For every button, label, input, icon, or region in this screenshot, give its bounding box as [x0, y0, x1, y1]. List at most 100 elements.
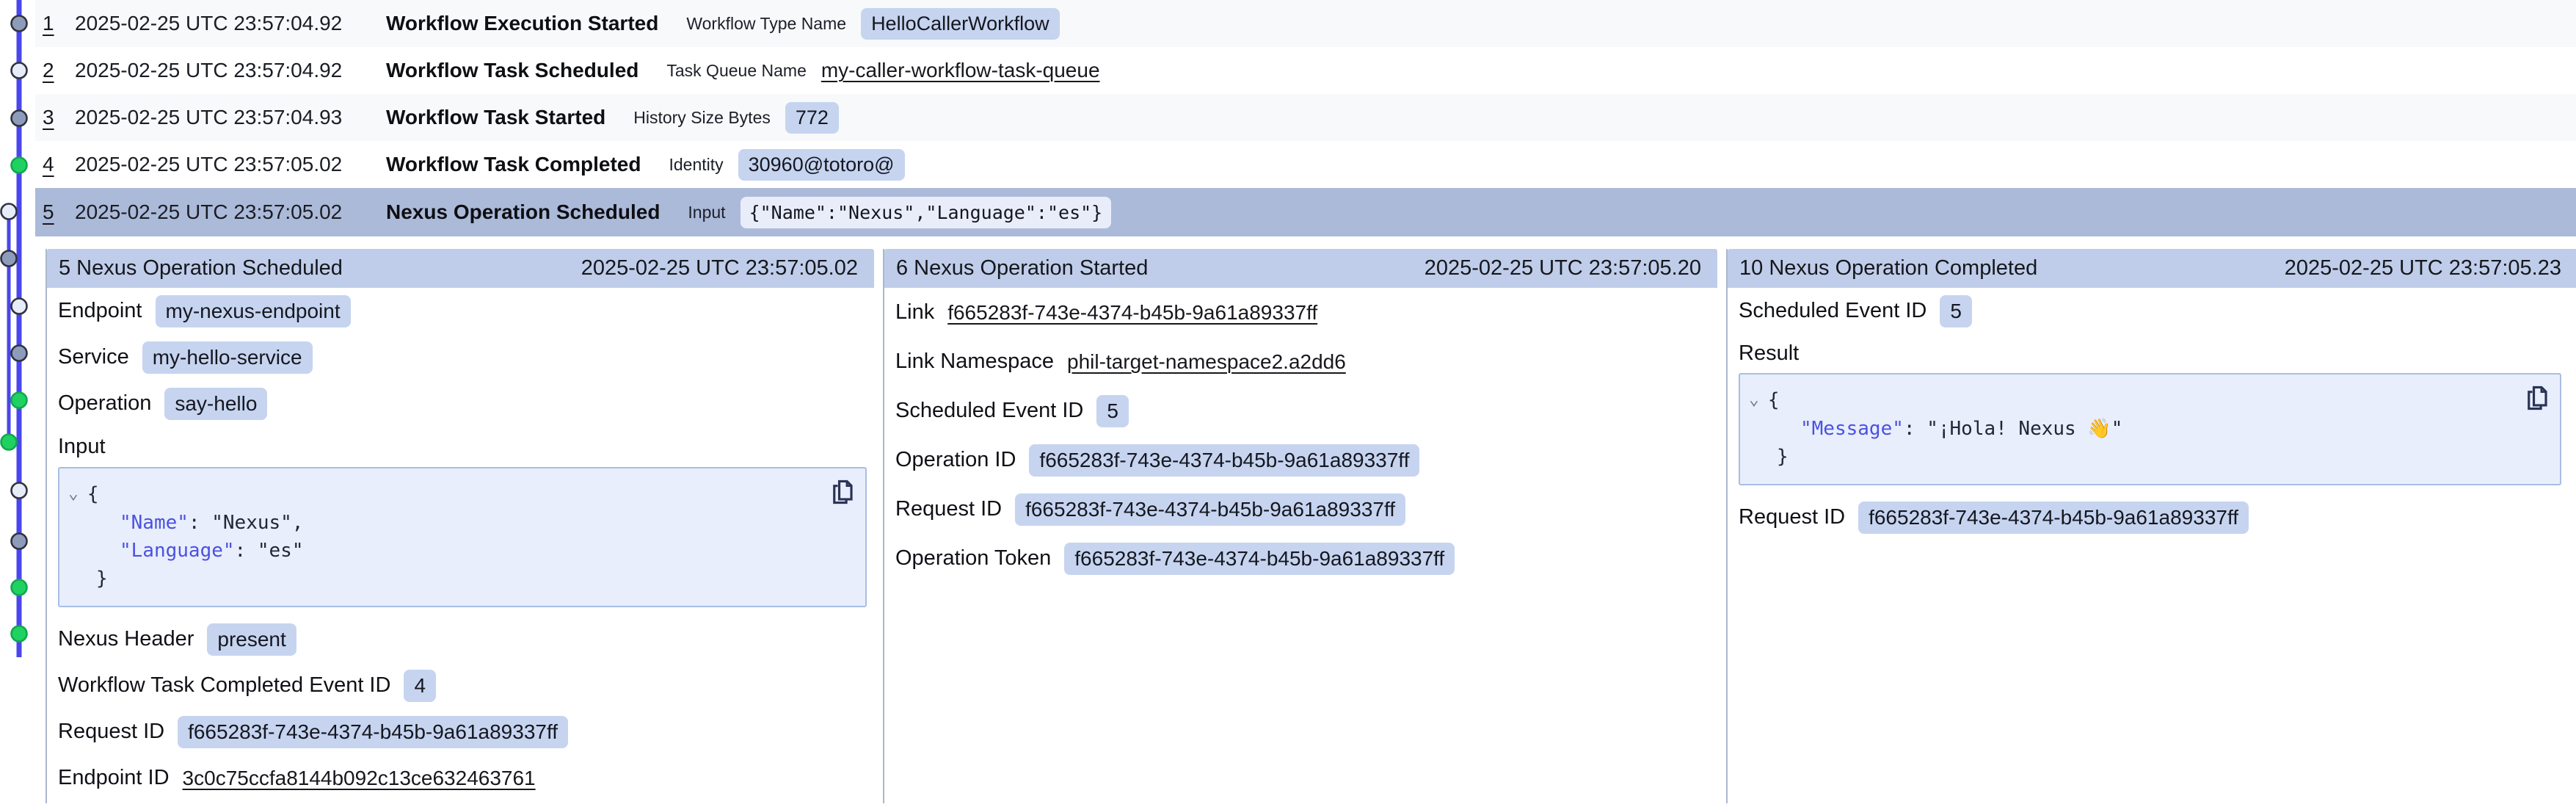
detail-field: Link Namespace phil-target-namespace2.a2… — [895, 337, 1710, 386]
timeline-event-dot — [12, 346, 27, 361]
payload-codeblock-input: ⌄ { "Name": "Nexus", "Language": "es" } — [58, 467, 867, 607]
execution-timeline — [0, 0, 40, 803]
panel-header: 6 Nexus Operation Started 2025-02-25 UTC… — [884, 249, 1717, 288]
event-timestamp: 2025-02-25 UTC 23:57:04.92 — [75, 59, 367, 82]
field-value-badge: 4 — [404, 670, 436, 702]
detail-field: Operation say-hello — [58, 380, 867, 427]
field-value-badge: f665283f-743e-4374-b45b-9a61a89337ff — [1858, 502, 2249, 534]
timeline-event-dot — [12, 580, 27, 596]
event-id-link[interactable]: 5 — [43, 200, 69, 224]
temporal-event-history-page: { "colors": { "accent_blue": "#4946ec", … — [0, 0, 2576, 803]
field-value-link[interactable]: phil-target-namespace2.a2dd6 — [1067, 350, 1346, 374]
event-id-link[interactable]: 3 — [43, 106, 69, 129]
event-detail-panel-completed: 10 Nexus Operation Completed 2025-02-25 … — [1726, 249, 2576, 803]
field-label: Workflow Task Completed Event ID — [58, 673, 390, 698]
field-label: Operation Token — [895, 546, 1051, 571]
panel-header: 10 Nexus Operation Completed 2025-02-25 … — [1728, 249, 2576, 288]
detail-field: Workflow Task Completed Event ID 4 — [58, 662, 867, 709]
attr-value-link[interactable]: my-caller-workflow-task-queue — [821, 59, 1100, 82]
event-name: Workflow Task Completed — [386, 153, 641, 176]
detail-field: Operation Token f665283f-743e-4374-b45b-… — [895, 534, 1710, 583]
json-brace: { — [87, 483, 99, 505]
json-brace: { — [1768, 389, 1780, 411]
event-id-link[interactable]: 2 — [43, 59, 69, 82]
field-value-badge: 5 — [1096, 395, 1129, 427]
collapse-chevron-icon[interactable]: ⌄ — [1749, 386, 1759, 413]
panel-timestamp: 2025-02-25 UTC 23:57:05.23 — [2285, 256, 2561, 281]
panel-title: 5 Nexus Operation Scheduled — [59, 256, 343, 281]
event-id-link[interactable]: 1 — [43, 12, 69, 35]
field-label: Request ID — [58, 720, 164, 744]
field-value-badge: 5 — [1940, 295, 1972, 327]
field-label: Request ID — [1739, 505, 1845, 529]
field-value-badge: f665283f-743e-4374-b45b-9a61a89337ff — [1064, 543, 1455, 575]
panel-header: 5 Nexus Operation Scheduled 2025-02-25 U… — [47, 249, 874, 288]
event-row[interactable]: 1 2025-02-25 UTC 23:57:04.92 Workflow Ex… — [35, 0, 2576, 47]
json-value: "¡Hola! Nexus 👋" — [1926, 418, 2122, 440]
attr-value-badge: 30960@totoro@ — [738, 149, 905, 181]
json-key: "Name" — [120, 512, 189, 534]
json-key: "Message" — [1800, 418, 1904, 440]
panel-timestamp: 2025-02-25 UTC 23:57:05.20 — [1425, 256, 1701, 281]
attr-label: Task Queue Name — [666, 61, 806, 81]
panel-title: 10 Nexus Operation Completed — [1739, 256, 2037, 281]
event-row-selected[interactable]: 5 2025-02-25 UTC 23:57:05.02 Nexus Opera… — [35, 188, 2576, 236]
collapse-chevron-icon[interactable]: ⌄ — [68, 480, 79, 507]
event-row[interactable]: 4 2025-02-25 UTC 23:57:05.02 Workflow Ta… — [35, 141, 2576, 188]
field-value-link[interactable]: 3c0c75ccfa8144b092c13ce632463761 — [183, 767, 536, 790]
json-brace: } — [96, 568, 108, 590]
copy-button[interactable] — [2523, 383, 2550, 413]
json-value: "es" — [258, 540, 304, 562]
attr-label: History Size Bytes — [633, 108, 771, 128]
field-label: Result — [1739, 334, 2561, 373]
detail-field: Endpoint my-nexus-endpoint — [58, 288, 867, 334]
field-label: Nexus Header — [58, 627, 194, 651]
detail-field: Endpoint ID 3c0c75ccfa8144b092c13ce63246… — [58, 755, 867, 801]
json-value: : — [189, 512, 211, 534]
timeline-event-dot — [12, 158, 27, 173]
detail-field: Scheduled Event ID 5 — [1739, 288, 2561, 334]
detail-field: Request ID f665283f-743e-4374-b45b-9a61a… — [895, 485, 1710, 534]
attr-value-badge: HelloCallerWorkflow — [861, 8, 1060, 40]
event-timestamp: 2025-02-25 UTC 23:57:05.02 — [75, 153, 367, 176]
json-value: : — [1904, 418, 1926, 440]
copy-button[interactable] — [829, 477, 855, 507]
detail-field: Scheduled Event ID 5 — [895, 386, 1710, 435]
timeline-graph-svg — [0, 0, 40, 803]
detail-field: Link f665283f-743e-4374-b45b-9a61a89337f… — [895, 288, 1710, 337]
copy-icon — [2523, 383, 2550, 413]
payload-codeblock-result: ⌄ { "Message": "¡Hola! Nexus 👋" } — [1739, 373, 2561, 485]
detail-field: Request ID f665283f-743e-4374-b45b-9a61a… — [58, 709, 867, 755]
json-brace: } — [1777, 446, 1789, 468]
timeline-event-dot — [12, 16, 27, 32]
field-value-badge: my-nexus-endpoint — [156, 295, 351, 327]
panel-timestamp: 2025-02-25 UTC 23:57:05.02 — [581, 256, 858, 281]
event-row[interactable]: 3 2025-02-25 UTC 23:57:04.93 Workflow Ta… — [35, 94, 2576, 141]
timeline-event-dot — [12, 626, 27, 642]
event-timestamp: 2025-02-25 UTC 23:57:04.93 — [75, 106, 367, 129]
field-label: Link — [895, 300, 934, 325]
event-row[interactable]: 2 2025-02-25 UTC 23:57:04.92 Workflow Ta… — [35, 47, 2576, 94]
detail-field: Request ID f665283f-743e-4374-b45b-9a61a… — [1739, 494, 2561, 540]
timeline-event-dot — [12, 111, 27, 126]
field-value-badge: f665283f-743e-4374-b45b-9a61a89337ff — [178, 716, 568, 748]
event-name: Workflow Task Started — [386, 106, 605, 129]
attr-label: Workflow Type Name — [686, 14, 846, 34]
json-value: "Nexus", — [211, 512, 303, 534]
json-value: : — [235, 540, 258, 562]
field-label: Input — [58, 427, 867, 467]
field-value-badge: present — [207, 623, 296, 656]
field-value-badge: f665283f-743e-4374-b45b-9a61a89337ff — [1015, 493, 1405, 526]
event-id-link[interactable]: 4 — [43, 153, 69, 176]
timeline-event-dot — [12, 534, 27, 549]
field-value-link[interactable]: f665283f-743e-4374-b45b-9a61a89337ff — [947, 301, 1317, 325]
event-name: Nexus Operation Scheduled — [386, 200, 660, 224]
json-key: "Language" — [120, 540, 235, 562]
event-detail-panel-started: 6 Nexus Operation Started 2025-02-25 UTC… — [883, 249, 1726, 803]
detail-field: Service my-hello-service — [58, 334, 867, 380]
field-label: Operation ID — [895, 448, 1016, 472]
event-name: Workflow Execution Started — [386, 12, 658, 35]
field-label: Link Namespace — [895, 350, 1054, 374]
event-timestamp: 2025-02-25 UTC 23:57:05.02 — [75, 200, 367, 224]
field-label: Operation — [58, 391, 151, 416]
